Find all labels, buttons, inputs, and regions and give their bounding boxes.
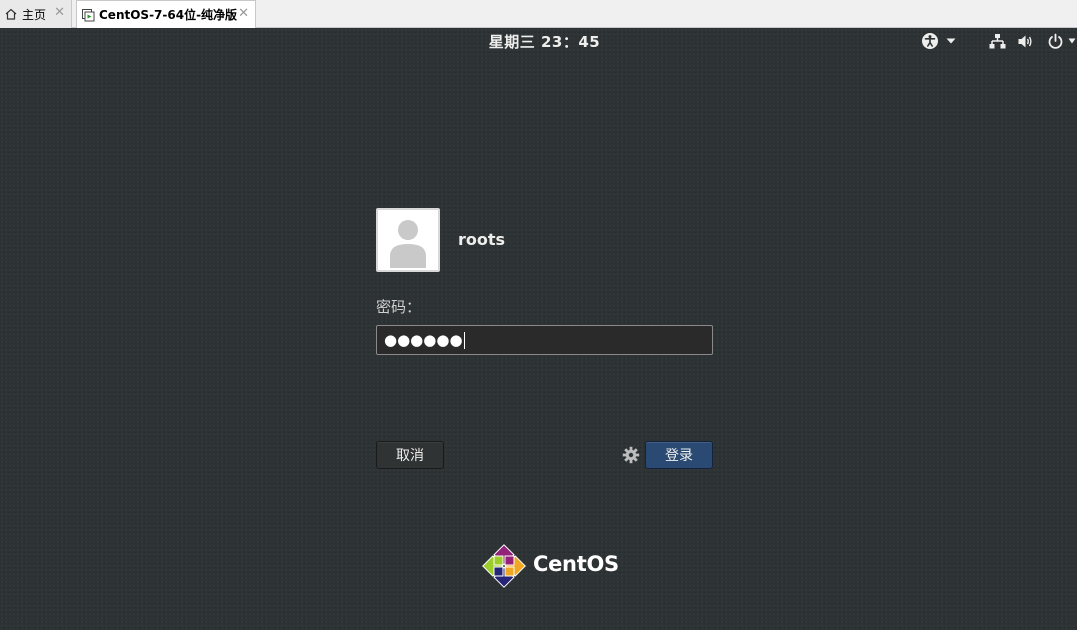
home-icon: [4, 7, 18, 21]
tab-vm-label: CentOS-7-64位-纯净版: [99, 8, 238, 22]
chevron-down-icon: [946, 37, 956, 45]
tab-home[interactable]: 主页 ✕: [0, 0, 72, 28]
chevron-down-icon: [1068, 37, 1076, 45]
close-icon[interactable]: ✕: [54, 6, 65, 20]
centos-logo-text: CentOS: [533, 552, 619, 576]
password-dots: ●●●●●●: [384, 330, 463, 349]
system-menu[interactable]: [989, 32, 1076, 50]
power-icon: [1047, 33, 1064, 50]
session-gear-icon[interactable]: [622, 446, 640, 464]
host-tab-bar: 主页 ✕ CentOS-7-64位-纯净版 ✕: [0, 0, 1077, 28]
user-icon: [378, 210, 438, 270]
accessibility-icon: [921, 32, 939, 50]
tab-home-label: 主页: [22, 7, 47, 22]
accessibility-menu[interactable]: [921, 32, 956, 50]
password-label: 密码：: [376, 298, 422, 316]
cancel-button[interactable]: 取消: [376, 441, 444, 469]
gdm-login-screen: 星期三 23：45 roots 密码： ●●●●●● 取消 登录 CentOS: [0, 28, 1077, 630]
text-caret: [463, 331, 465, 349]
login-button[interactable]: 登录: [645, 441, 713, 469]
vm-icon: [81, 8, 95, 22]
user-avatar: [376, 208, 440, 272]
close-icon[interactable]: ✕: [238, 7, 249, 21]
volume-icon: [1017, 33, 1034, 50]
tab-vm[interactable]: CentOS-7-64位-纯净版 ✕: [76, 0, 256, 28]
network-icon: [989, 33, 1006, 50]
password-field[interactable]: ●●●●●●: [376, 325, 713, 355]
user-name: roots: [458, 230, 506, 249]
centos-logo-icon: [482, 544, 526, 588]
top-bar-clock[interactable]: 星期三 23：45: [0, 31, 1077, 52]
